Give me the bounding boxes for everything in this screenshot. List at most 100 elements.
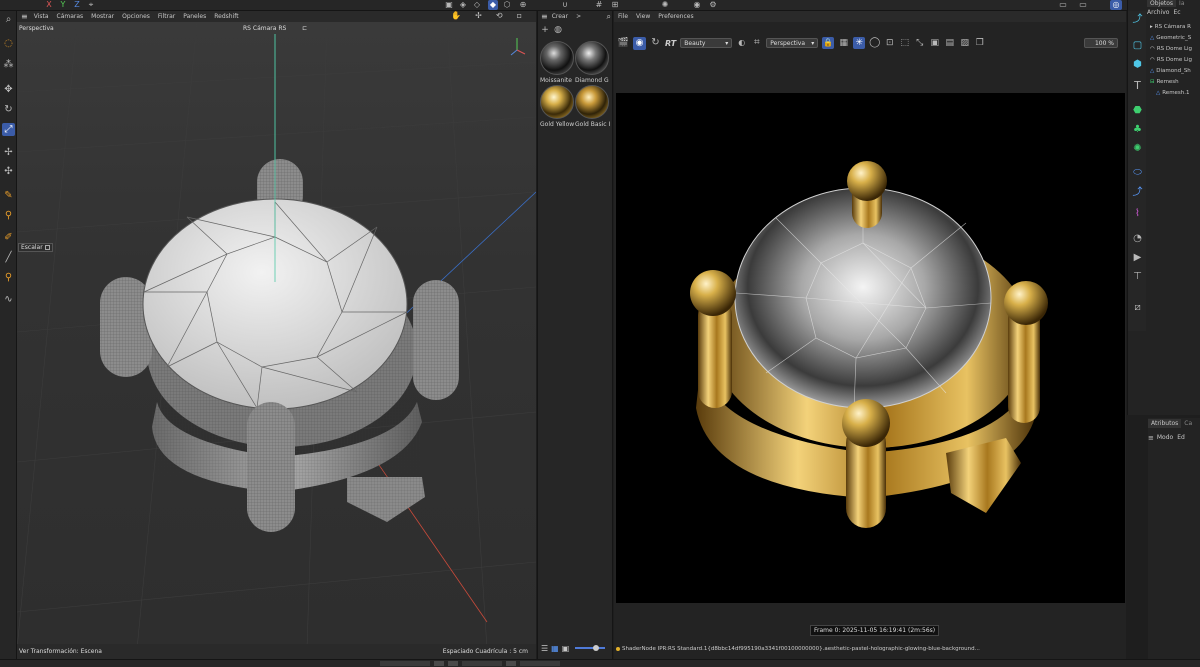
object-row[interactable]: △ Geometric_S bbox=[1150, 32, 1200, 43]
zoom-view-icon[interactable]: ⟲ bbox=[496, 11, 503, 20]
transform-icon[interactable]: ✢ bbox=[2, 146, 15, 159]
tab-other[interactable]: Ia bbox=[1176, 0, 1187, 7]
refresh-icon[interactable]: ↻ bbox=[650, 38, 661, 49]
render-view-icon[interactable]: ◉ bbox=[692, 0, 702, 10]
viewport-canvas[interactable]: Perspectiva RS Cámara RS ⊏ Escalar bbox=[17, 22, 536, 649]
timeline-controls[interactable] bbox=[380, 661, 720, 667]
paint-icon[interactable]: ⚲ bbox=[2, 271, 15, 284]
bucket-grid-icon[interactable]: ▦ bbox=[838, 38, 849, 49]
add-material-icon[interactable]: + bbox=[540, 25, 550, 35]
menu-file[interactable]: File bbox=[618, 13, 628, 20]
uv-mode-icon[interactable]: ⬡ bbox=[502, 0, 512, 10]
magnet-tool-icon[interactable]: ╱ bbox=[2, 251, 15, 264]
brush-icon[interactable]: ✐ bbox=[2, 231, 15, 244]
tag-icon[interactable]: ⧄ bbox=[1131, 301, 1144, 314]
polygon-select-icon[interactable]: ⤴ bbox=[1131, 13, 1144, 26]
layout-icon-1[interactable]: ▭ bbox=[1058, 0, 1068, 10]
menu-mostrar[interactable]: Mostrar bbox=[91, 13, 114, 20]
layout-active-icon[interactable]: ◎ bbox=[1110, 0, 1122, 10]
render-region-icon[interactable]: ✺ bbox=[660, 0, 670, 10]
snowflake-icon[interactable]: ✳ bbox=[853, 37, 866, 49]
rotate-icon[interactable]: ↻ bbox=[2, 103, 15, 116]
menu-camaras[interactable]: Cámaras bbox=[57, 13, 84, 20]
render-image[interactable] bbox=[616, 93, 1125, 603]
object-row[interactable]: ⊟ Remesh bbox=[1150, 76, 1200, 87]
material-item[interactable]: Moissanite bbox=[540, 41, 576, 87]
tab-objetos[interactable]: Objetos bbox=[1147, 0, 1177, 7]
knife-icon[interactable]: ⚲ bbox=[2, 209, 15, 222]
object-row[interactable]: △ Diamond_Sh bbox=[1150, 65, 1200, 76]
crop-icon[interactable]: ⌗ bbox=[751, 38, 762, 49]
menu-modo[interactable]: Modo bbox=[1157, 434, 1173, 441]
copy-icon[interactable]: ❐ bbox=[974, 38, 985, 49]
field-icon[interactable]: ⤴ bbox=[1131, 186, 1144, 199]
coordinate-icon[interactable]: ⌖ bbox=[86, 0, 96, 10]
grid-icon[interactable]: # bbox=[594, 0, 604, 10]
clapper-icon[interactable]: 🎬 bbox=[618, 38, 629, 49]
menu-archivo[interactable]: Archivo bbox=[1147, 9, 1169, 17]
tab-atributos[interactable]: Atributos bbox=[1148, 418, 1182, 428]
tooltip-check-icon[interactable] bbox=[44, 245, 50, 250]
menu-paneles[interactable]: Paneles bbox=[183, 13, 206, 20]
camera-icon[interactable]: ▶ bbox=[1131, 251, 1144, 264]
zoom-field[interactable]: 100 % bbox=[1084, 38, 1118, 48]
compare-icon[interactable]: ▤ bbox=[944, 38, 955, 49]
menu-preferences[interactable]: Preferences bbox=[658, 13, 693, 20]
material-item[interactable]: Gold Yellow bbox=[540, 85, 576, 131]
image-icon[interactable]: ▣ bbox=[929, 38, 940, 49]
region-icon[interactable]: ⬚ bbox=[899, 38, 910, 49]
camera-select[interactable]: Perspectiva ▾ bbox=[766, 38, 819, 48]
material-search-icon[interactable]: ⌕ bbox=[607, 12, 611, 22]
display-mode-icon[interactable]: ◐ bbox=[736, 38, 747, 49]
transform-multi-icon[interactable]: ✣ bbox=[2, 165, 15, 178]
render-settings-icon[interactable]: ⚙ bbox=[708, 0, 718, 10]
spline-icon[interactable]: ⌇ bbox=[1131, 207, 1144, 220]
menu-more[interactable]: > bbox=[576, 13, 581, 20]
effector-icon[interactable]: ✺ bbox=[1131, 142, 1144, 155]
magnet-icon[interactable]: ∪ bbox=[560, 0, 570, 10]
sculpt-icon[interactable]: ∿ bbox=[2, 293, 15, 306]
z-axis-icon[interactable]: Z bbox=[72, 0, 82, 10]
tab-capas[interactable]: Ca bbox=[1181, 419, 1195, 428]
material-sphere-icon[interactable]: ◍ bbox=[553, 25, 563, 35]
move-icon[interactable]: ✥ bbox=[2, 83, 15, 96]
orbit-icon[interactable]: ✢ bbox=[475, 11, 482, 20]
polygon-mode-icon[interactable]: ◆ bbox=[488, 0, 498, 10]
cube-outline-icon[interactable]: ▢ bbox=[1131, 39, 1144, 52]
zoom-icon[interactable]: ⌕ bbox=[2, 13, 15, 26]
layout-icon-2[interactable]: ▭ bbox=[1078, 0, 1088, 10]
menu-edit-attr[interactable]: Ed bbox=[1177, 434, 1185, 441]
menu-vista[interactable]: Vista bbox=[34, 13, 49, 20]
light-icon[interactable]: ⊤ bbox=[1131, 270, 1144, 283]
grid-view-icon[interactable]: ▦ bbox=[551, 644, 559, 653]
workplane-icon[interactable]: ⊞ bbox=[610, 0, 620, 10]
cloner-icon[interactable]: ♣ bbox=[1131, 123, 1144, 136]
snap-icon[interactable]: ⊕ bbox=[518, 0, 528, 10]
material-hamburger-icon[interactable]: ≡ bbox=[541, 12, 548, 21]
histogram-icon[interactable]: ▨ bbox=[959, 38, 970, 49]
thumbnail-size-slider[interactable] bbox=[575, 645, 606, 651]
attr-hamburger-icon[interactable]: ≡ bbox=[1148, 434, 1154, 442]
object-row[interactable]: △ Remesh.1 bbox=[1150, 87, 1200, 98]
rt-label[interactable]: RT bbox=[665, 39, 676, 48]
snapshot-icon[interactable]: ⤡ bbox=[914, 38, 925, 49]
edge-mode-icon[interactable]: ◇ bbox=[472, 0, 482, 10]
menu-view[interactable]: View bbox=[636, 13, 650, 20]
generator-icon[interactable]: ⬣ bbox=[1131, 104, 1144, 117]
menu-opciones[interactable]: Opciones bbox=[122, 13, 150, 20]
y-axis-icon[interactable]: Y bbox=[58, 0, 68, 10]
x-axis-icon[interactable]: X bbox=[44, 0, 54, 10]
pan-icon[interactable]: ✋ bbox=[451, 11, 461, 20]
menu-edit[interactable]: Ec bbox=[1173, 9, 1180, 17]
circle-icon[interactable]: ◯ bbox=[869, 38, 880, 49]
object-row[interactable]: ▸ RS Cámara R bbox=[1150, 21, 1200, 32]
polygon-pen-icon[interactable]: ✎ bbox=[2, 189, 15, 202]
ipr-icon[interactable]: ◉ bbox=[633, 36, 646, 50]
cube-icon[interactable]: ⬢ bbox=[1131, 58, 1144, 71]
material-item[interactable]: Gold Basic I bbox=[575, 85, 611, 131]
aov-select[interactable]: Beauty ▾ bbox=[680, 38, 733, 48]
text-icon[interactable]: T bbox=[1131, 79, 1144, 92]
point-mode-icon[interactable]: ◈ bbox=[458, 0, 468, 10]
fit-icon[interactable]: ⊡ bbox=[884, 38, 895, 49]
hamburger-icon[interactable]: ≡ bbox=[21, 12, 28, 21]
